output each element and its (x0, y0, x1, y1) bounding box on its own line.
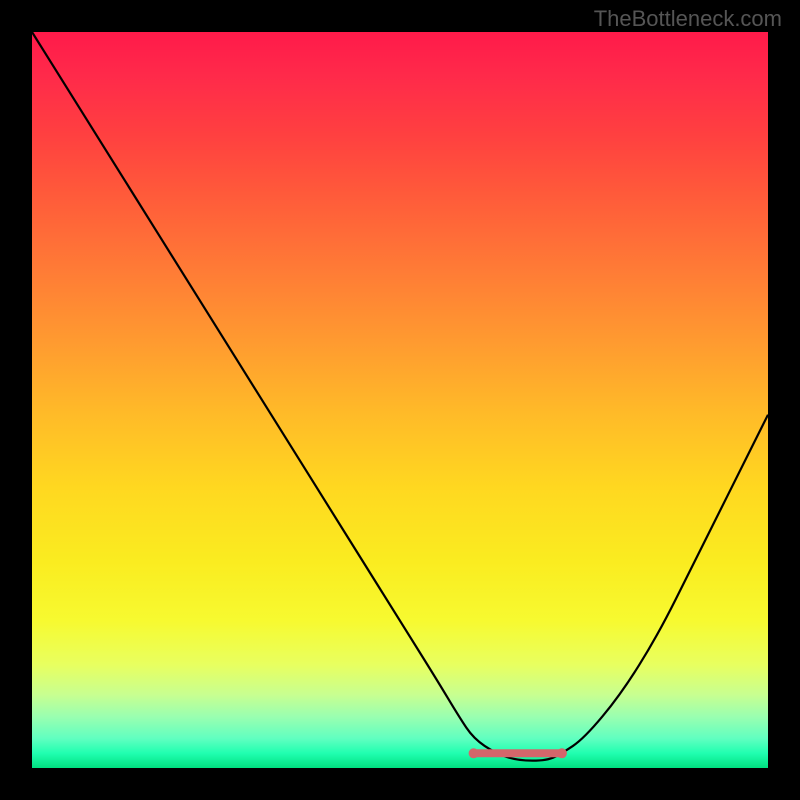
chart-svg (32, 32, 768, 768)
optimal-range-bar (474, 749, 562, 757)
watermark-text: TheBottleneck.com (594, 6, 782, 32)
optimal-range-dot-right (557, 748, 567, 758)
bottleneck-curve-line (32, 32, 768, 761)
chart-plot-area (32, 32, 768, 768)
optimal-range-marker (469, 748, 567, 758)
